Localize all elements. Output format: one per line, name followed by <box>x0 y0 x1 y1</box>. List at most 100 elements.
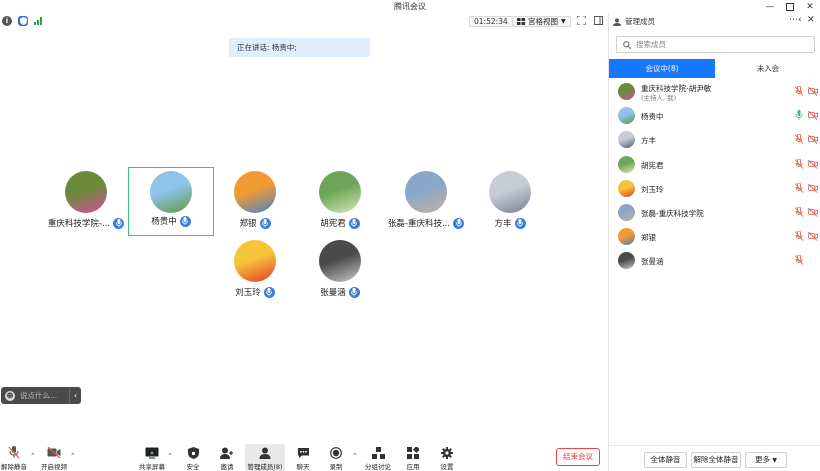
chevron-up-icon[interactable]: ⌃ <box>167 452 173 460</box>
camera-off-icon[interactable] <box>808 159 818 169</box>
tab-not-joined[interactable]: 未入会 <box>715 59 820 78</box>
participant-name-row: 方丰 <box>467 217 553 229</box>
manage-members-button[interactable]: 管理成员(8) <box>245 444 285 471</box>
participant-tile[interactable]: 杨贵中 <box>128 167 214 236</box>
participant-tile[interactable]: 郑银 <box>212 171 298 237</box>
member-row[interactable]: 杨贵中 <box>609 104 820 126</box>
mic-muted-icon[interactable] <box>794 133 804 145</box>
camera-off-icon[interactable] <box>808 134 818 145</box>
panel-footer: 全体静音 解除全体静音 更多 ▼ <box>609 445 820 471</box>
mic-muted-icon[interactable] <box>794 85 804 96</box>
avatar <box>234 240 276 282</box>
mic-icon <box>348 286 360 298</box>
end-meeting-button[interactable]: 结束会议 <box>556 448 600 466</box>
emoji-icon[interactable]: ☻ <box>5 390 15 401</box>
search-members-input[interactable]: 搜索成员 <box>616 36 815 53</box>
member-row[interactable]: 郑银 <box>609 225 820 247</box>
avatar <box>618 131 635 149</box>
member-name: 张曼涵 <box>641 257 664 267</box>
maximize-icon[interactable] <box>780 0 800 13</box>
chat-quick-input[interactable]: ☻ 说点什么... ‹ <box>1 387 81 404</box>
video-button[interactable]: 开启视频 <box>34 444 74 471</box>
participant-name: 重庆科技学院-... <box>47 219 111 229</box>
camera-off-icon[interactable] <box>808 110 818 121</box>
mic-muted-icon[interactable] <box>794 254 804 266</box>
member-row[interactable]: 胡宪君 <box>609 153 820 175</box>
shield-icon[interactable] <box>18 16 28 26</box>
avatar <box>65 171 107 213</box>
camera-off-icon[interactable] <box>808 207 818 217</box>
member-name: 郑银 <box>641 233 656 243</box>
member-role: (主持人, 我) <box>641 94 677 102</box>
share-screen-icon <box>145 446 159 459</box>
view-mode-button[interactable]: 宫格视图 ▼ <box>512 16 571 27</box>
mic-icon <box>113 217 125 229</box>
member-row[interactable]: 张曼涵 <box>609 249 820 271</box>
record-label: 录制 <box>329 463 343 471</box>
record-icon <box>329 446 343 459</box>
participant-name-row: 张磊-重庆科技... <box>383 217 469 229</box>
chevron-left-icon[interactable]: ‹ <box>798 15 802 25</box>
breakout-rooms-icon <box>371 446 385 459</box>
chevron-down-icon: ▼ <box>561 18 566 25</box>
camera-off-icon[interactable] <box>808 86 818 96</box>
tab-in-meeting[interactable]: 会议中(8) <box>609 59 715 78</box>
member-name: 杨贵中 <box>641 112 664 122</box>
mic-muted-icon[interactable] <box>794 182 804 193</box>
breakout-button[interactable]: 分组讨论 <box>358 444 398 471</box>
avatar <box>319 171 361 213</box>
participant-tile[interactable]: 刘玉玲 <box>212 240 298 306</box>
camera-off-icon[interactable] <box>808 183 818 193</box>
mic-muted-icon[interactable] <box>794 230 804 241</box>
participant-tile[interactable]: 张磊-重庆科技... <box>383 171 469 237</box>
invite-button[interactable]: 邀请 <box>207 444 247 471</box>
chevron-up-icon[interactable]: ⌃ <box>352 452 358 460</box>
meeting-toolbar: 解除静音 ⌃ 开启视频 ⌃ 共享屏幕 ⌃ 安全 邀请 管理成员(8) 聊天 录制… <box>0 444 608 471</box>
participant-tile[interactable]: 重庆科技学院-... <box>43 171 129 237</box>
mic-muted-icon[interactable] <box>794 206 804 217</box>
window-controls: — ✕ <box>760 0 820 13</box>
fullscreen-icon[interactable] <box>576 15 587 27</box>
mic-icon <box>259 217 271 229</box>
participant-name-row: 杨贵中 <box>129 215 213 227</box>
unmute-all-button[interactable]: 解除全体静音 <box>691 452 741 468</box>
camera-off-icon <box>47 446 61 459</box>
mic-icon <box>348 217 360 229</box>
member-row[interactable]: 张磊-重庆科技学院 <box>609 201 820 223</box>
mic-icon <box>514 217 526 229</box>
member-row[interactable]: 方丰 <box>609 128 820 150</box>
sidebar-toggle-icon[interactable] <box>593 16 604 27</box>
avatar <box>618 228 635 246</box>
minimize-icon[interactable]: — <box>760 0 780 13</box>
participant-tile[interactable]: 胡宪君 <box>297 171 383 237</box>
more-button[interactable]: 更多 ▼ <box>745 452 787 468</box>
avatar <box>618 252 635 270</box>
settings-button[interactable]: 设置 <box>427 444 467 471</box>
member-name: 刘玉玲 <box>641 184 664 194</box>
add-user-icon <box>220 446 234 459</box>
info-icon[interactable]: i <box>2 16 12 26</box>
chevron-left-icon[interactable]: ‹ <box>69 387 81 404</box>
close-icon[interactable]: ✕ <box>800 0 820 13</box>
more-options-icon[interactable]: ⋯ <box>789 15 798 25</box>
participant-tile[interactable]: 方丰 <box>467 171 553 237</box>
share-screen-button[interactable]: 共享屏幕 <box>132 444 172 471</box>
video-label: 开启视频 <box>41 463 67 471</box>
mic-muted-icon[interactable] <box>794 158 804 169</box>
participant-name-row: 胡宪君 <box>297 217 383 229</box>
participant-name: 方丰 <box>494 219 512 229</box>
mute-all-button[interactable]: 全体静音 <box>644 452 687 468</box>
close-icon[interactable]: ✕ <box>807 15 815 25</box>
signal-icon[interactable] <box>34 17 42 25</box>
camera-off-icon[interactable] <box>808 231 818 242</box>
mic-speaking-icon[interactable] <box>794 110 804 121</box>
unmute-button[interactable]: 解除静音 <box>0 444 34 471</box>
participant-name: 杨贵中 <box>151 217 177 227</box>
record-button[interactable]: 录制 <box>316 444 356 471</box>
member-tabs: 会议中(8) 未入会 <box>609 59 820 78</box>
chevron-up-icon[interactable]: ⌃ <box>70 452 76 460</box>
member-row[interactable]: 重庆科技学院-胡尹敏 (主持人, 我) <box>609 80 820 102</box>
members-icon <box>258 446 272 459</box>
member-row[interactable]: 刘玉玲 <box>609 177 820 199</box>
participant-tile[interactable]: 张曼涵 <box>297 240 383 306</box>
